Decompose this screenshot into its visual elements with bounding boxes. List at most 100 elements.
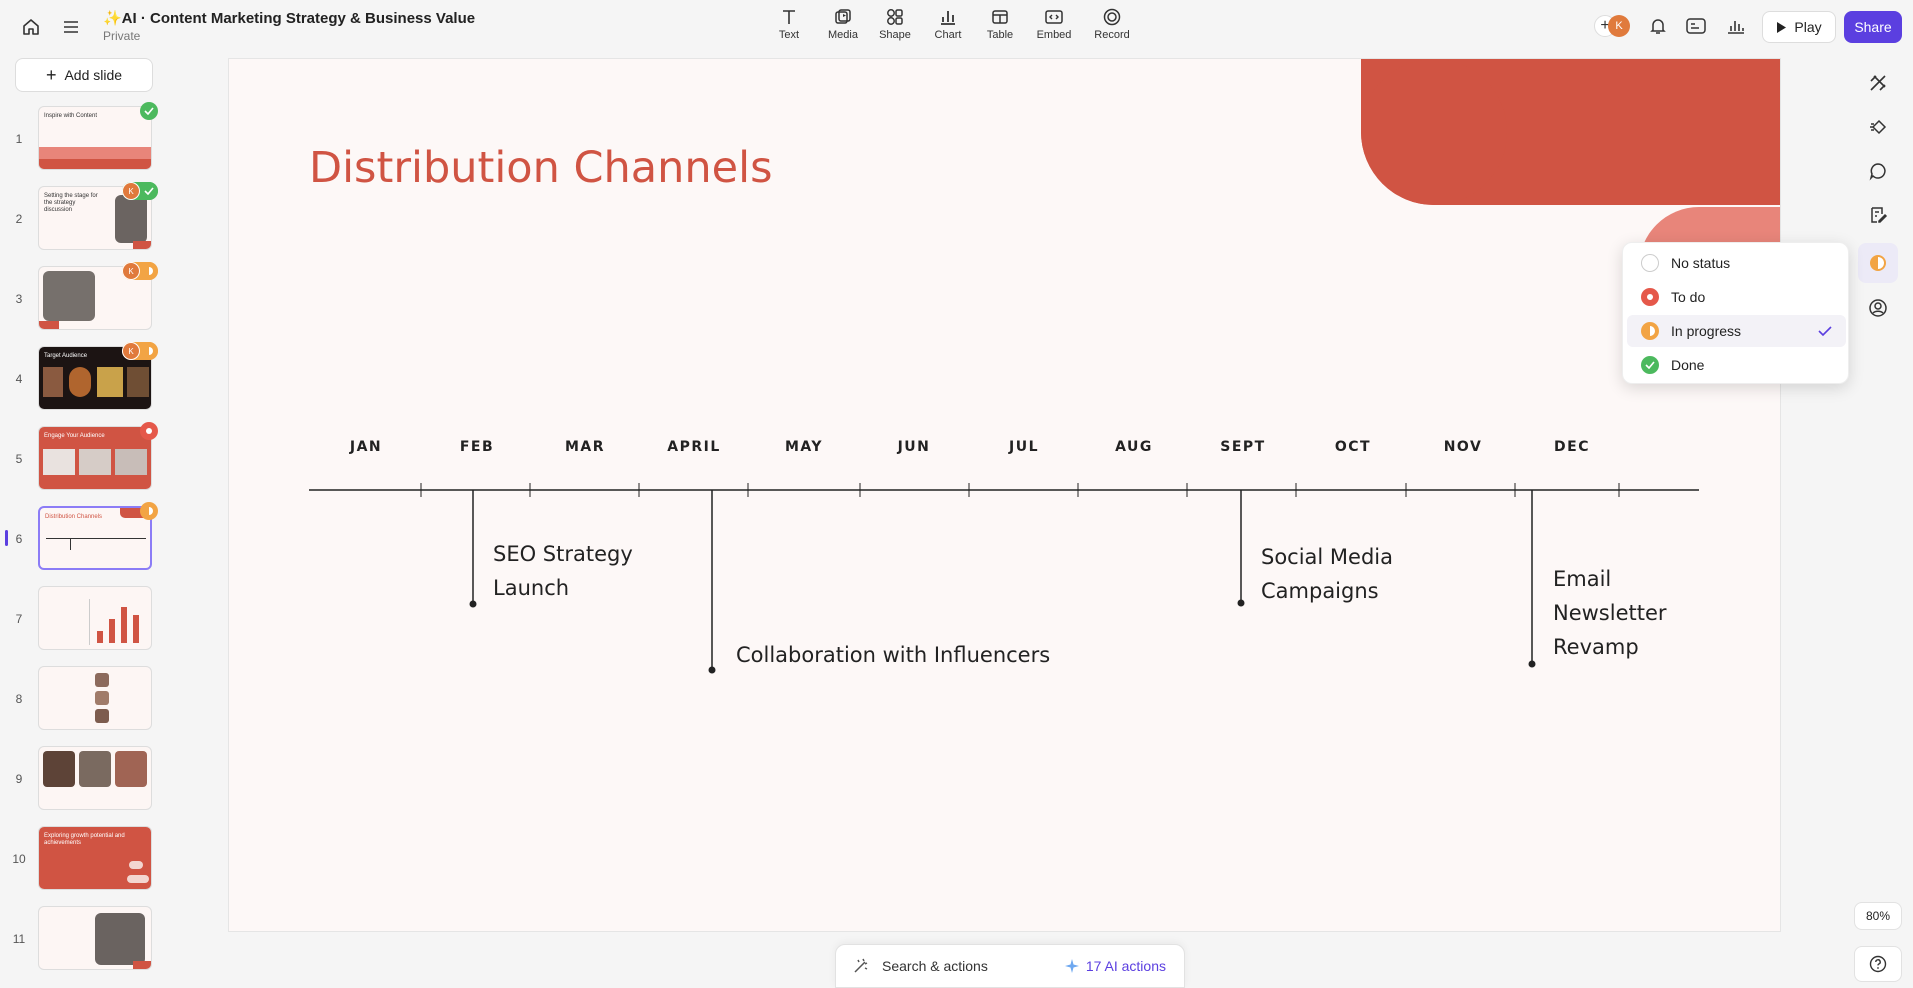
todo-status-icon[interactable] <box>140 422 158 440</box>
animation-icon[interactable] <box>1858 107 1898 147</box>
event-collaboration-influencers[interactable]: Collaboration with Influencers <box>736 638 1050 672</box>
document-title[interactable]: ✨AI · Content Marketing Strategy & Busin… <box>103 9 475 27</box>
ai-actions-label: 17 AI actions <box>1085 958 1166 974</box>
play-label: Play <box>1794 19 1822 35</box>
slide-thumbnail[interactable]: Distribution Channels <box>38 506 152 570</box>
search-actions-label: Search & actions <box>882 958 988 974</box>
slide-thumbnail-title: Distribution Channels <box>45 514 103 520</box>
tool-label: Chart <box>934 29 962 41</box>
slide-number: 11 <box>12 932 26 946</box>
slide-thumbnail-title: Exploring growth potential and achieveme… <box>44 833 125 846</box>
media-icon <box>835 9 851 24</box>
in-progress-status-icon[interactable] <box>140 342 158 360</box>
avatar[interactable]: K <box>1608 15 1630 37</box>
bell-icon[interactable] <box>1646 14 1670 38</box>
event-social-media[interactable]: Social Media Campaigns <box>1261 540 1393 608</box>
add-slide-button[interactable]: + Add slide <box>15 58 153 92</box>
event-email-newsletter[interactable]: Email Newsletter Revamp <box>1553 562 1667 664</box>
event-text-line: SEO Strategy <box>493 542 633 566</box>
table-icon <box>992 10 1008 24</box>
search-actions-bar[interactable]: Search & actions 17 AI actions <box>835 944 1185 988</box>
tool-label: Table <box>986 29 1014 41</box>
sparkle-icon <box>1064 959 1079 973</box>
slide-thumbnail-title: Engage Your Audience <box>44 433 105 439</box>
user-icon[interactable] <box>1858 288 1898 328</box>
card-icon[interactable] <box>1684 14 1708 38</box>
slide-thumbnail[interactable] <box>38 666 152 730</box>
plus-icon: + <box>45 65 57 85</box>
slide-number: 7 <box>15 612 23 626</box>
status-option-done[interactable]: Done <box>1627 349 1846 381</box>
ai-actions-button[interactable]: 17 AI actions <box>1064 958 1166 974</box>
status-option-todo[interactable]: To do <box>1627 281 1846 313</box>
avatar: K <box>122 342 140 360</box>
slide-canvas[interactable]: Distribution Channels JAN FEB MAR APRIL MAY J… <box>228 58 1781 932</box>
home-icon[interactable] <box>18 14 44 40</box>
avatar: K <box>122 262 140 280</box>
event-marker-influencers <box>708 490 716 674</box>
slide-thumbnail-title: Setting the stage for the strategy discu… <box>44 193 98 213</box>
slide-thumbnail[interactable] <box>38 906 152 970</box>
status-option-no-status[interactable]: No status <box>1627 247 1846 279</box>
tool-shape[interactable]: Shape <box>868 8 922 41</box>
tool-text[interactable]: Text <box>762 8 816 41</box>
slide-thumbnail[interactable]: Engage Your Audience <box>38 426 152 490</box>
empty-circle-icon <box>1641 254 1659 272</box>
menu-icon[interactable] <box>58 14 84 40</box>
event-text-line: Email <box>1553 567 1612 591</box>
slide-number: 5 <box>15 452 23 466</box>
event-seo-strategy[interactable]: SEO Strategy Launch <box>493 537 633 605</box>
tool-record[interactable]: Record <box>1085 8 1139 41</box>
slide-thumbnail[interactable]: Inspire with Content <box>38 106 152 170</box>
event-text-line: Launch <box>493 576 570 600</box>
checkmark-icon <box>1818 326 1832 336</box>
tool-table[interactable]: Table <box>973 8 1027 41</box>
in-progress-status-icon[interactable] <box>140 262 158 280</box>
done-icon <box>1641 356 1659 374</box>
comment-icon[interactable] <box>1858 151 1898 191</box>
zoom-level[interactable]: 80% <box>1854 902 1902 930</box>
magic-wand-icon <box>854 958 868 973</box>
text-icon <box>783 10 795 24</box>
event-marker-social <box>1237 490 1245 607</box>
event-text-line: Newsletter <box>1553 601 1667 625</box>
event-text-line: Social Media <box>1261 545 1394 569</box>
status-icon[interactable] <box>1858 243 1898 283</box>
share-button[interactable]: Share <box>1844 11 1902 43</box>
done-status-icon[interactable] <box>140 182 158 200</box>
play-icon <box>1777 21 1787 33</box>
status-option-in-progress[interactable]: In progress <box>1627 315 1846 347</box>
avatar: K <box>122 182 140 200</box>
design-tools-icon[interactable] <box>1858 63 1898 103</box>
analytics-icon[interactable] <box>1724 14 1748 38</box>
event-marker-seo <box>469 490 477 608</box>
document-visibility: Private <box>103 29 141 43</box>
slide-thumbnail[interactable] <box>38 586 152 650</box>
slide-number: 6 <box>15 532 23 546</box>
in-progress-status-icon[interactable] <box>140 502 158 520</box>
event-text-line: Campaigns <box>1261 579 1379 603</box>
slide-number: 10 <box>12 852 26 866</box>
done-status-icon[interactable] <box>140 102 158 120</box>
tool-chart[interactable]: Chart <box>921 8 975 41</box>
tool-label: Media <box>828 29 858 41</box>
slide-number: 1 <box>15 132 23 146</box>
tool-label: Embed <box>1036 29 1072 41</box>
event-text-line: Collaboration with Influencers <box>736 643 1051 667</box>
event-text-line: Revamp <box>1553 635 1639 659</box>
status-dropdown: No status To do In progress Done <box>1622 242 1849 384</box>
slide-thumbnail[interactable] <box>38 746 152 810</box>
slide-thumbnail[interactable]: Exploring growth potential and achieveme… <box>38 826 152 890</box>
slide-number: 3 <box>15 292 23 306</box>
add-slide-label: Add slide <box>64 67 123 83</box>
tool-media[interactable]: Media <box>816 8 870 41</box>
todo-icon <box>1641 288 1659 306</box>
tool-label: Record <box>1094 29 1130 41</box>
shape-icon <box>887 9 903 25</box>
help-icon[interactable] <box>1854 946 1902 982</box>
tool-embed[interactable]: Embed <box>1027 8 1081 41</box>
notes-icon[interactable] <box>1858 195 1898 235</box>
slide-number: 8 <box>15 692 23 706</box>
play-button[interactable]: Play <box>1762 11 1836 43</box>
slide-number: 9 <box>15 772 23 786</box>
